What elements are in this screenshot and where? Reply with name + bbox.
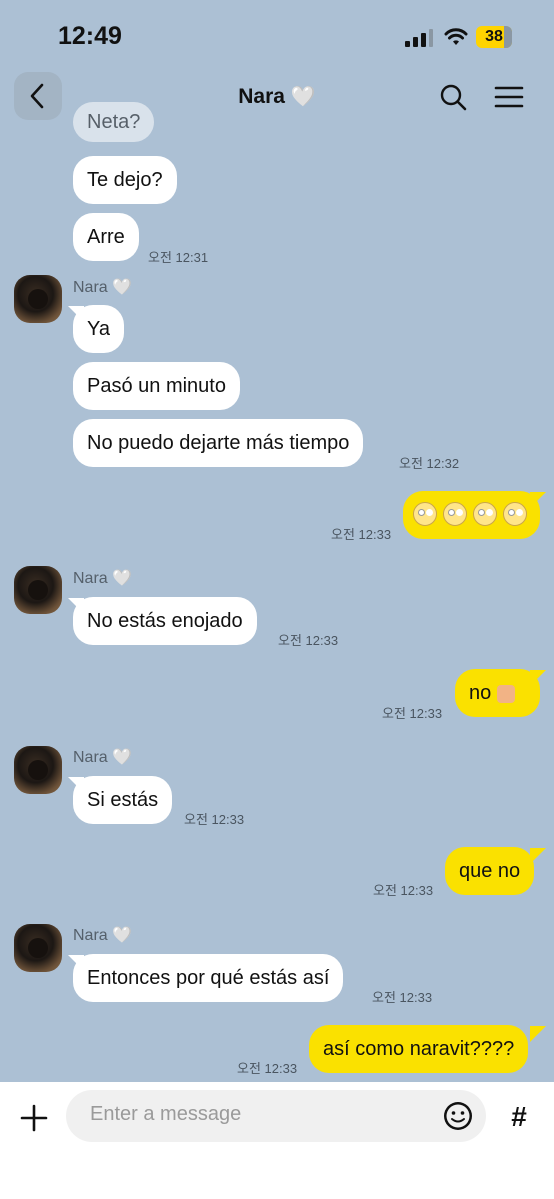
thumbs-down-icon (497, 684, 516, 703)
sender-name: Nara 🤍 (73, 279, 133, 296)
message-input-bar: # (0, 1082, 554, 1199)
message-incoming[interactable]: Neta? (73, 102, 155, 142)
message-incoming[interactable]: No estás enojado (73, 597, 257, 645)
message-incoming[interactable]: Entonces por qué estás así (73, 954, 344, 1002)
message-timestamp: 오전 12:33 (237, 1061, 298, 1076)
battery-indicator: 38 (476, 26, 512, 48)
message-timestamp: 오전 12:33 (372, 990, 433, 1005)
eye-roll-emoji-icon (503, 501, 527, 526)
message-timestamp: 오전 12:33 (278, 633, 339, 648)
avatar[interactable] (14, 924, 62, 972)
menu-icon[interactable] (494, 82, 524, 112)
message-timestamp: 오전 12:31 (148, 250, 209, 265)
message-timestamp: 오전 12:33 (331, 527, 392, 542)
message-timestamp: 오전 12:33 (382, 706, 443, 721)
avatar[interactable] (14, 275, 62, 323)
message-incoming[interactable]: Pasó un minuto (73, 362, 240, 410)
wifi-icon (444, 28, 468, 45)
message-outgoing[interactable]: 🙄🙄🙄🙄 (403, 491, 540, 539)
message-timestamp: 오전 12:33 (373, 883, 434, 898)
search-icon[interactable] (438, 82, 468, 112)
sender-name: Nara 🤍 (73, 749, 133, 766)
message-input[interactable] (88, 1102, 432, 1127)
bubble-tail (530, 848, 546, 864)
message-field (66, 1090, 486, 1142)
message-incoming[interactable]: Ya (73, 305, 124, 353)
message-incoming[interactable]: No puedo dejarte más tiempo (73, 419, 364, 467)
bubble-tail (530, 1026, 546, 1042)
message-incoming[interactable]: Arre (73, 213, 139, 261)
clock: 12:49 (58, 22, 122, 50)
eye-roll-emoji-icon (443, 501, 467, 526)
message-timestamp: 오전 12:33 (184, 812, 245, 827)
cellular-signal-icon (405, 29, 433, 47)
message-incoming[interactable]: Si estás (73, 776, 173, 824)
emoji-icon[interactable] (442, 1100, 474, 1132)
message-timestamp: 오전 12:32 (399, 456, 460, 471)
hashtag-search-button[interactable]: # (500, 1098, 538, 1136)
avatar[interactable] (14, 746, 62, 794)
heart-icon: 🤍 (290, 86, 316, 108)
message-outgoing[interactable]: así como naravit???? (309, 1025, 529, 1073)
sender-name: Nara 🤍 (73, 927, 133, 944)
eye-roll-emoji-icon (473, 501, 497, 526)
message-outgoing[interactable]: que no (445, 847, 535, 895)
message-outgoing[interactable]: no (455, 669, 540, 717)
status-bar: 12:49 38 (0, 0, 554, 68)
message-text: no (469, 682, 492, 704)
plus-icon[interactable] (14, 1098, 54, 1138)
sender-name: Nara 🤍 (73, 570, 133, 587)
message-incoming[interactable]: Te dejo? (73, 156, 177, 204)
eye-roll-emoji-icon (413, 501, 437, 526)
avatar[interactable] (14, 566, 62, 614)
